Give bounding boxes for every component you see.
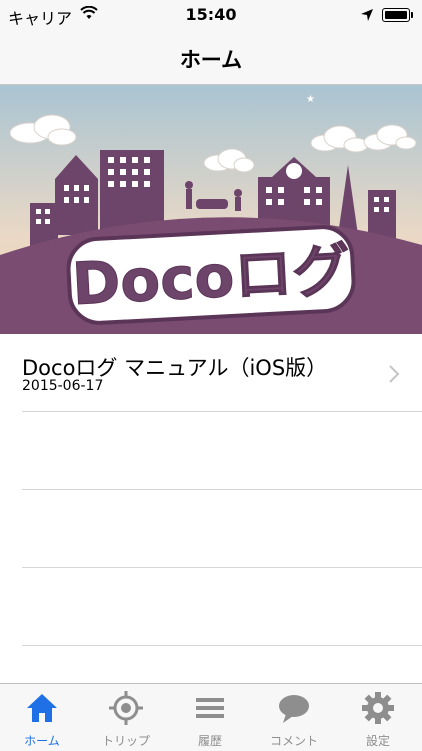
tab-comment[interactable]: コメント [252,684,336,751]
tab-settings[interactable]: 設定 [336,684,420,751]
battery-icon [382,8,410,22]
tab-trip[interactable]: トリップ [84,684,168,751]
home-icon [27,694,57,722]
docolog-logo: Docoログ [66,225,356,325]
tab-label: 設定 [365,734,390,748]
navigation-bar: ホーム [0,30,422,85]
tab-history[interactable]: 履歴 [168,684,252,751]
tab-label: ホーム [24,734,60,748]
svg-text:★: ★ [306,94,315,105]
gear-icon [362,692,394,724]
status-time: 15:40 [185,5,237,24]
tab-bar: ホーム トリップ 履歴 コメント 設定 [0,683,422,751]
tab-label: コメント [269,734,318,748]
page-title: ホーム [179,48,243,72]
target-icon [109,691,143,725]
empty-row [0,568,422,646]
comment-icon [279,695,309,723]
location-arrow-icon [361,9,373,21]
list-item-date: 2015-06-17 [22,378,104,394]
empty-row [0,412,422,490]
row-divider [22,645,422,646]
tab-label: 履歴 [197,734,222,748]
list-item[interactable]: Docoログ マニュアル（iOS版） 2015-06-17 [0,334,422,412]
tab-label: トリップ [101,734,150,748]
banner-illustration: ★ Docoログ [0,85,422,334]
tab-home[interactable]: ホーム [0,684,84,751]
list-icon [196,698,224,718]
status-bar: キャリア 15:40 [0,0,422,30]
banner-logo-text: Docoログ [70,236,351,318]
hero-banner: ★ Docoログ [0,85,422,334]
empty-row [0,490,422,568]
chevron-right-icon [389,365,400,383]
content-list: Docoログ マニュアル（iOS版） 2015-06-17 [0,334,422,646]
battery-tip [411,12,413,18]
